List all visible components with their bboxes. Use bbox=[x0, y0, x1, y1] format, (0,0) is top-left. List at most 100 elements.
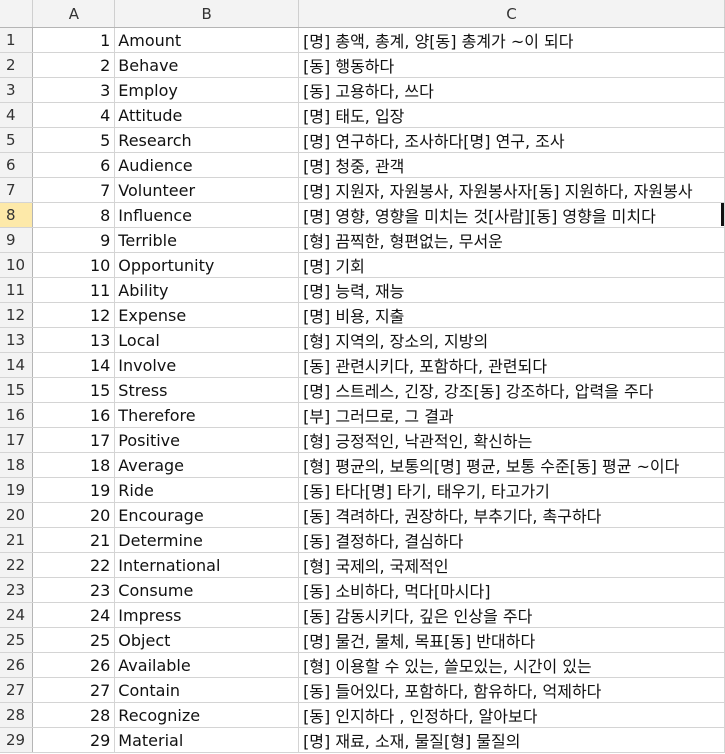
row-header[interactable]: 21 bbox=[0, 527, 34, 553]
cell-c[interactable]: [명] 지원자, 자원봉사, 자원봉사자[동] 지원하다, 자원봉사 bbox=[298, 177, 725, 203]
cell-a[interactable]: 6 bbox=[32, 152, 116, 178]
cell-c[interactable]: [명] 총액, 총계, 양[동] 총계가 ~이 되다 bbox=[298, 27, 725, 53]
cell-a[interactable]: 9 bbox=[32, 227, 116, 253]
cell-b[interactable]: International bbox=[114, 552, 300, 578]
cell-b[interactable]: Attitude bbox=[114, 102, 300, 128]
cell-c[interactable]: [명] 능력, 재능 bbox=[298, 277, 725, 303]
cell-a[interactable]: 13 bbox=[32, 327, 116, 353]
cell-a[interactable]: 12 bbox=[32, 302, 116, 328]
row-header[interactable]: 6 bbox=[0, 152, 34, 178]
row-header[interactable]: 8 bbox=[0, 202, 34, 228]
row-header[interactable]: 22 bbox=[0, 552, 34, 578]
cell-a[interactable]: 25 bbox=[32, 627, 116, 653]
cell-a[interactable]: 4 bbox=[32, 102, 116, 128]
cell-b[interactable]: Contain bbox=[114, 677, 300, 703]
row-header[interactable]: 19 bbox=[0, 477, 34, 503]
row-header[interactable]: 13 bbox=[0, 327, 34, 353]
row-header[interactable]: 18 bbox=[0, 452, 34, 478]
cell-c[interactable]: [명] 청중, 관객 bbox=[298, 152, 725, 178]
cell-c[interactable]: [동] 들어있다, 포함하다, 함유하다, 억제하다 bbox=[298, 677, 725, 703]
cell-a[interactable]: 18 bbox=[32, 452, 116, 478]
cell-a[interactable]: 3 bbox=[32, 77, 116, 103]
cell-b[interactable]: Ride bbox=[114, 477, 300, 503]
cell-b[interactable]: Influence bbox=[114, 202, 300, 228]
cell-c[interactable]: [명] 물건, 물체, 목표[동] 반대하다 bbox=[298, 627, 725, 653]
cell-c[interactable]: [동] 행동하다 bbox=[298, 52, 725, 78]
cell-c[interactable]: [명] 영향, 영향을 미치는 것[사람][동] 영향을 미치다 bbox=[298, 202, 725, 228]
cell-b[interactable]: Average bbox=[114, 452, 300, 478]
row-header[interactable]: 14 bbox=[0, 352, 34, 378]
cell-b[interactable]: Employ bbox=[114, 77, 300, 103]
cell-b[interactable]: Determine bbox=[114, 527, 300, 553]
row-header[interactable]: 27 bbox=[0, 677, 34, 703]
cell-b[interactable]: Opportunity bbox=[114, 252, 300, 278]
cell-c[interactable]: [동] 고용하다, 쓰다 bbox=[298, 77, 725, 103]
row-header[interactable]: 1 bbox=[0, 27, 34, 53]
cell-b[interactable]: Therefore bbox=[114, 402, 300, 428]
cell-c[interactable]: [동] 인지하다 , 인정하다, 알아보다 bbox=[298, 702, 725, 728]
cell-c[interactable]: [명] 기회 bbox=[298, 252, 725, 278]
cell-a[interactable]: 15 bbox=[32, 377, 116, 403]
cell-b[interactable]: Positive bbox=[114, 427, 300, 453]
cell-c[interactable]: [형] 긍정적인, 낙관적인, 확신하는 bbox=[298, 427, 725, 453]
cell-a[interactable]: 19 bbox=[32, 477, 116, 503]
cell-b[interactable]: Impress bbox=[114, 602, 300, 628]
cell-a[interactable]: 29 bbox=[32, 727, 116, 753]
row-header[interactable]: 20 bbox=[0, 502, 34, 528]
cell-a[interactable]: 16 bbox=[32, 402, 116, 428]
cell-c[interactable]: [형] 끔찍한, 형편없는, 무서운 bbox=[298, 227, 725, 253]
row-header[interactable]: 4 bbox=[0, 102, 34, 128]
cell-a[interactable]: 21 bbox=[32, 527, 116, 553]
cell-b[interactable]: Recognize bbox=[114, 702, 300, 728]
cell-a[interactable]: 1 bbox=[32, 27, 116, 53]
cell-b[interactable]: Encourage bbox=[114, 502, 300, 528]
cell-a[interactable]: 17 bbox=[32, 427, 116, 453]
cell-a[interactable]: 26 bbox=[32, 652, 116, 678]
cell-b[interactable]: Amount bbox=[114, 27, 300, 53]
cell-c[interactable]: [동] 결정하다, 결심하다 bbox=[298, 527, 725, 553]
cell-b[interactable]: Volunteer bbox=[114, 177, 300, 203]
cell-a[interactable]: 7 bbox=[32, 177, 116, 203]
cell-c[interactable]: [부] 그러므로, 그 결과 bbox=[298, 402, 725, 428]
cell-a[interactable]: 2 bbox=[32, 52, 116, 78]
cell-c[interactable]: [동] 관련시키다, 포함하다, 관련되다 bbox=[298, 352, 725, 378]
cell-b[interactable]: Audience bbox=[114, 152, 300, 178]
select-all-corner[interactable] bbox=[0, 0, 34, 28]
row-header[interactable]: 23 bbox=[0, 577, 34, 603]
cell-c[interactable]: [형] 평균의, 보통의[명] 평균, 보통 수준[동] 평균 ~이다 bbox=[298, 452, 725, 478]
cell-b[interactable]: Behave bbox=[114, 52, 300, 78]
cell-c[interactable]: [동] 격려하다, 권장하다, 부추기다, 촉구하다 bbox=[298, 502, 725, 528]
cell-c[interactable]: [형] 이용할 수 있는, 쓸모있는, 시간이 있는 bbox=[298, 652, 725, 678]
cell-b[interactable]: Stress bbox=[114, 377, 300, 403]
cell-c[interactable]: [형] 지역의, 장소의, 지방의 bbox=[298, 327, 725, 353]
row-header[interactable]: 29 bbox=[0, 727, 34, 753]
cell-b[interactable]: Object bbox=[114, 627, 300, 653]
cell-a[interactable]: 5 bbox=[32, 127, 116, 153]
cell-a[interactable]: 20 bbox=[32, 502, 116, 528]
row-header[interactable]: 15 bbox=[0, 377, 34, 403]
cell-a[interactable]: 23 bbox=[32, 577, 116, 603]
cell-a[interactable]: 28 bbox=[32, 702, 116, 728]
cell-c[interactable]: [동] 소비하다, 먹다[마시다] bbox=[298, 577, 725, 603]
cell-a[interactable]: 24 bbox=[32, 602, 116, 628]
row-header[interactable]: 7 bbox=[0, 177, 34, 203]
cell-a[interactable]: 14 bbox=[32, 352, 116, 378]
row-header[interactable]: 26 bbox=[0, 652, 34, 678]
cell-a[interactable]: 22 bbox=[32, 552, 116, 578]
row-header[interactable]: 25 bbox=[0, 627, 34, 653]
cell-c[interactable]: [명] 태도, 입장 bbox=[298, 102, 725, 128]
cell-a[interactable]: 11 bbox=[32, 277, 116, 303]
row-header[interactable]: 2 bbox=[0, 52, 34, 78]
row-header[interactable]: 24 bbox=[0, 602, 34, 628]
row-header[interactable]: 16 bbox=[0, 402, 34, 428]
column-header-a[interactable]: A bbox=[32, 0, 116, 28]
row-header[interactable]: 3 bbox=[0, 77, 34, 103]
cell-c[interactable]: [형] 국제의, 국제적인 bbox=[298, 552, 725, 578]
cell-c[interactable]: [동] 타다[명] 타기, 태우기, 타고가기 bbox=[298, 477, 725, 503]
cell-b[interactable]: Terrible bbox=[114, 227, 300, 253]
cell-a[interactable]: 10 bbox=[32, 252, 116, 278]
row-header[interactable]: 10 bbox=[0, 252, 34, 278]
cell-a[interactable]: 8 bbox=[32, 202, 116, 228]
cell-b[interactable]: Available bbox=[114, 652, 300, 678]
cell-b[interactable]: Involve bbox=[114, 352, 300, 378]
